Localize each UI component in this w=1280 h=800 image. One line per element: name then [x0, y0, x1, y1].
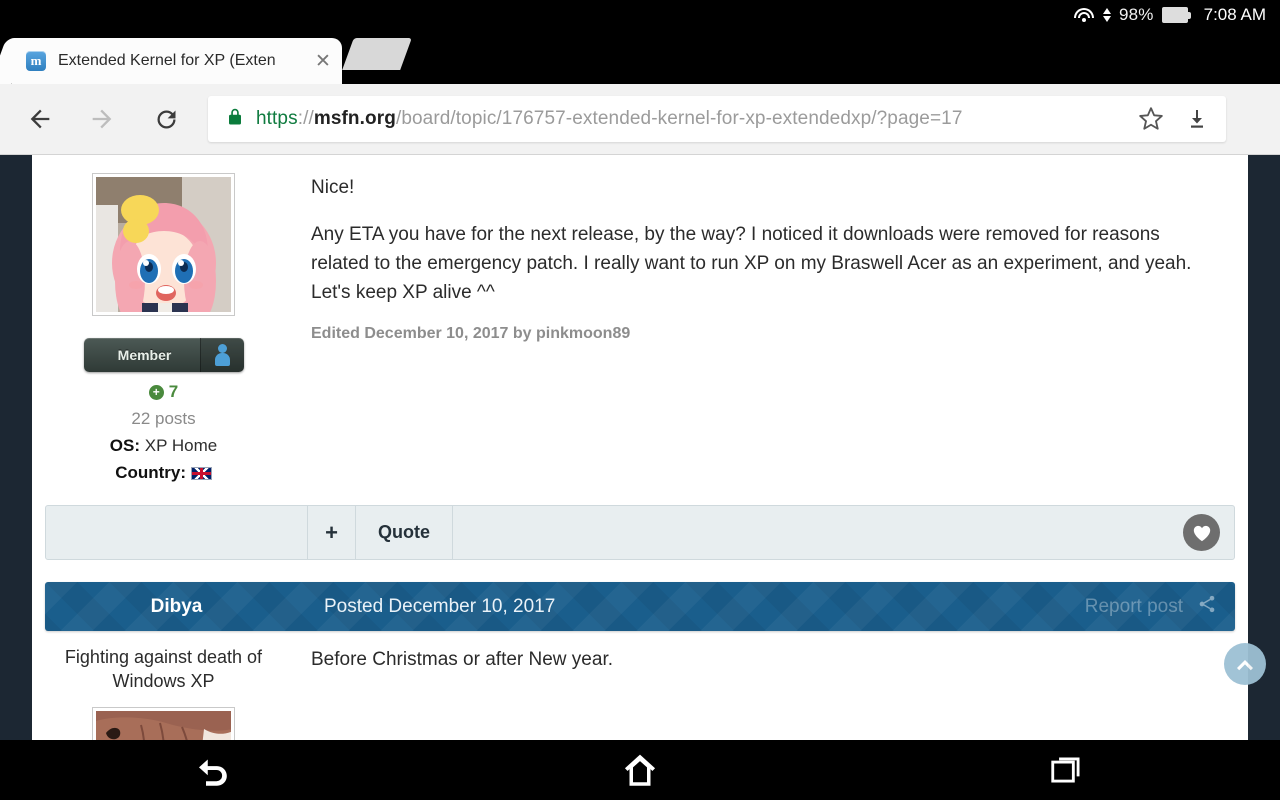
reputation-plus-icon: + — [148, 384, 164, 400]
url-path: /board/topic/176757-extended-kernel-for-… — [395, 108, 963, 129]
post-date: Posted December 10, 2017 — [324, 595, 556, 617]
reputation-count: + 7 — [32, 382, 295, 402]
report-post-button[interactable]: Report post — [1085, 596, 1183, 618]
post-pinkmoon89: Member + 7 22 posts OS: XP Home Country:… — [32, 155, 1248, 560]
forward-arrow-icon[interactable] — [76, 93, 128, 145]
android-navigation-bar — [0, 740, 1280, 800]
url-separator: :// — [297, 108, 314, 129]
android-home-icon[interactable] — [427, 749, 854, 791]
united-kingdom-flag-icon — [190, 467, 212, 480]
user-avatar-hand[interactable] — [92, 707, 235, 740]
url-host: msfn.org — [313, 108, 396, 129]
reputation-value: 7 — [168, 382, 179, 401]
post-content: Nice! Any ETA you have for the next rele… — [295, 155, 1248, 483]
post-author-column: Fighting against death of Windows XP — [32, 645, 295, 740]
new-tab-button[interactable] — [342, 38, 412, 70]
url-scheme: https — [256, 108, 298, 129]
author-tagline: Fighting against death of Windows XP — [64, 647, 263, 691]
back-arrow-icon[interactable] — [14, 93, 66, 145]
post-author-column: Member + 7 22 posts OS: XP Home Country: — [32, 155, 295, 483]
heart-icon[interactable] — [1183, 514, 1220, 551]
battery-icon — [1161, 7, 1192, 23]
post-header-dibya: Dibya Posted December 10, 2017 Report po… — [45, 582, 1235, 631]
country-label: Country: — [115, 463, 187, 482]
data-transfer-arrows-icon — [1103, 8, 1111, 22]
close-icon[interactable]: ✕ — [312, 50, 334, 72]
chevron-up-icon[interactable] — [1224, 643, 1266, 685]
action-bar-right — [453, 506, 1234, 559]
browser-toolbar: https://msfn.org/board/topic/176757-exte… — [0, 84, 1280, 155]
user-avatar-anime[interactable] — [92, 173, 235, 316]
overflow-menu-icon[interactable] — [1226, 92, 1280, 146]
clock-label: 7:08 AM — [1203, 5, 1266, 24]
battery-percent-label: 98% — [1119, 5, 1154, 24]
address-bar[interactable]: https://msfn.org/board/topic/176757-exte… — [208, 96, 1226, 142]
android-back-icon[interactable] — [0, 749, 427, 791]
tab-title: Extended Kernel for XP (Exten — [58, 52, 276, 69]
post-header-actions: Report post — [1085, 594, 1235, 619]
action-bar-spacer — [46, 506, 308, 559]
share-icon[interactable] — [1197, 594, 1217, 619]
multiquote-button[interactable]: + — [308, 506, 356, 559]
post-content: Before Christmas or after New year. — [295, 645, 1248, 740]
post-count-label: 22 posts — [131, 409, 196, 428]
reload-icon[interactable] — [140, 93, 192, 145]
rank-label: Member — [117, 347, 172, 363]
post-paragraph: Before Christmas or after New year. — [311, 649, 613, 670]
url-text: https://msfn.org/board/topic/176757-exte… — [256, 108, 1128, 130]
edited-note: Edited December 10, 2017 by pinkmoon89 — [311, 325, 631, 342]
forum-page: Member + 7 22 posts OS: XP Home Country:… — [32, 155, 1248, 740]
download-icon[interactable] — [1174, 96, 1220, 142]
os-value: XP Home — [144, 436, 218, 455]
wifi-icon — [1073, 7, 1095, 24]
msfn-favicon: m — [26, 51, 46, 71]
post-dibya: Fighting against death of Windows XP Bef… — [32, 631, 1248, 740]
post-action-bar: + Quote — [45, 505, 1235, 560]
android-status-bar: 98% 7:08 AM — [0, 0, 1280, 30]
member-person-icon — [199, 338, 244, 372]
os-label: OS: — [109, 436, 141, 455]
os-field: OS: XP Home — [32, 436, 295, 456]
post-paragraph: Nice! — [311, 177, 355, 198]
browser-tab[interactable]: m Extended Kernel for XP (Exten ✕ — [12, 38, 342, 84]
post-author-name[interactable]: Dibya — [45, 596, 308, 618]
lock-icon — [226, 107, 244, 132]
android-recents-icon[interactable] — [853, 751, 1280, 789]
rank-badge: Member — [83, 338, 244, 372]
post-paragraph: Any ETA you have for the next release, b… — [311, 224, 1192, 303]
quote-button[interactable]: Quote — [356, 506, 453, 559]
page-viewport[interactable]: Member + 7 22 posts OS: XP Home Country:… — [0, 155, 1280, 740]
browser-tab-strip: m Extended Kernel for XP (Exten ✕ — [0, 30, 1280, 84]
device-screen: 98% 7:08 AM m Extended Kernel for XP (Ex… — [0, 0, 1280, 800]
country-field: Country: — [32, 463, 295, 483]
star-icon[interactable] — [1128, 96, 1174, 142]
